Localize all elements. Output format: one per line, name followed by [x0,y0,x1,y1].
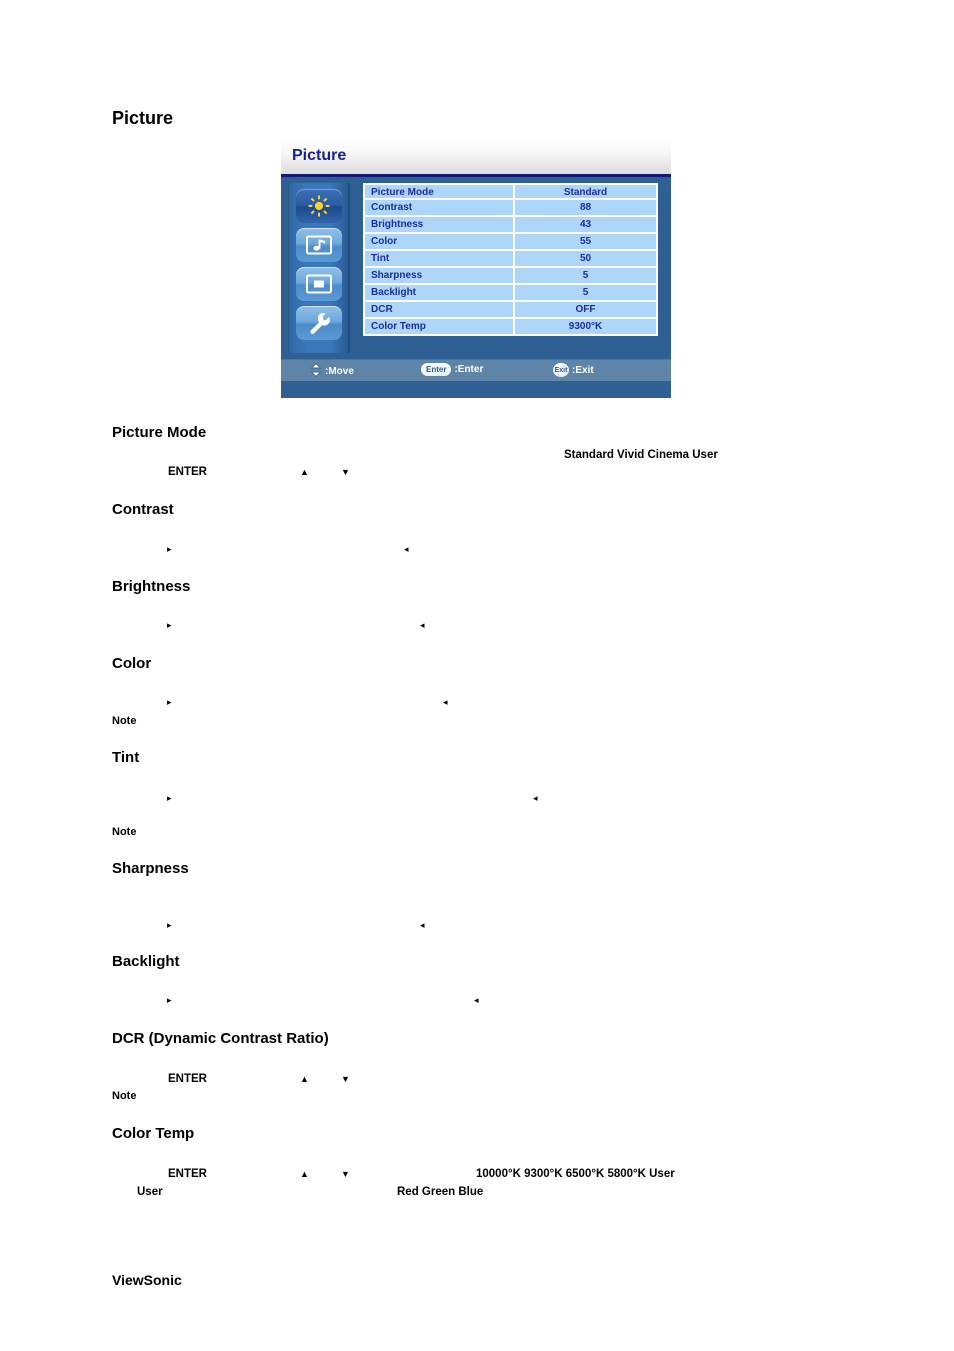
section-heading-tint: Tint [112,749,140,766]
osd-header: Picture [281,139,671,177]
enter-key-badge: Enter [421,363,452,376]
osd-menu-icon-audio[interactable] [295,228,342,262]
osd-title: Picture [292,147,347,164]
color-temp-user-label: User [137,1186,163,1198]
note-label-tint: Note [112,826,137,838]
page-title: Picture [112,108,174,128]
hint-move: :Move [310,362,354,380]
section-heading-contrast: Contrast [112,501,174,518]
left-arrow-icon: ◂ [533,793,538,803]
right-arrow-icon: ▸ [167,920,172,930]
osd-body: Picture Mode Standard Contrast 88 Bright… [281,177,671,359]
row-value: OFF [515,302,658,317]
dcr-enter-key: ENTER [168,1073,207,1085]
left-arrow-icon: ◂ [404,544,409,554]
hint-exit-label: :Exit [572,364,594,376]
table-row[interactable]: Picture Mode Standard [363,183,658,200]
row-label: Color Temp [363,319,515,334]
section-heading-dcr: DCR (Dynamic Contrast Ratio) [112,1030,329,1047]
row-value: 55 [515,234,658,249]
row-value: 9300°K [515,319,658,334]
hint-enter-label: :Enter [454,364,484,375]
color-temp-enter-key: ENTER [168,1168,207,1180]
row-value: 5 [515,268,658,283]
table-row[interactable]: Backlight 5 [363,285,658,302]
row-label: Color [363,234,515,249]
row-label: Tint [363,251,515,266]
row-label: Picture Mode [363,185,515,198]
row-value: 50 [515,251,658,266]
hint-move-label: :Move [325,366,354,377]
wrench-icon [305,311,333,335]
row-value: 43 [515,217,658,232]
osd-icon-rail [288,183,350,353]
table-row[interactable]: Color 55 [363,234,658,251]
osd-panel: Picture Picture Mode Standard Contrast 8… [281,139,671,398]
down-arrow-icon: ▼ [341,1074,350,1084]
color-temp-options: 10000°K 9300°K 6500°K 5800°K User [476,1168,675,1180]
left-arrow-icon: ◂ [420,920,425,930]
sun-icon [306,194,332,218]
table-row[interactable]: Brightness 43 [363,217,658,234]
section-heading-backlight: Backlight [112,953,180,970]
note-label-dcr: Note [112,1090,137,1102]
left-arrow-icon: ◂ [420,620,425,630]
up-arrow-icon: ▲ [300,1169,309,1179]
picture-mode-enter-key: ENTER [168,466,207,478]
row-value: Standard [515,185,658,198]
table-row[interactable]: DCR OFF [363,302,658,319]
exit-key-badge: Exit [553,363,569,377]
left-arrow-icon: ◂ [443,697,448,707]
osd-menu-icon-screen[interactable] [295,267,342,301]
row-label: DCR [363,302,515,317]
right-arrow-icon: ▸ [167,793,172,803]
table-row[interactable]: Color Temp 9300°K [363,319,658,336]
row-value: 88 [515,200,658,215]
table-row[interactable]: Tint 50 [363,251,658,268]
right-arrow-icon: ▸ [167,544,172,554]
osd-footer-hints: :Move Enter :Enter Exit :Exit [281,359,671,381]
up-arrow-icon: ▲ [300,467,309,477]
hint-exit: Exit :Exit [553,363,594,377]
right-arrow-icon: ▸ [167,620,172,630]
row-label: Backlight [363,285,515,300]
down-arrow-icon: ▼ [341,467,350,477]
osd-menu-icon-setup[interactable] [295,306,342,340]
picture-mode-options: Standard Vivid Cinema User [564,449,718,461]
row-label: Contrast [363,200,515,215]
row-value: 5 [515,285,658,300]
table-row[interactable]: Sharpness 5 [363,268,658,285]
section-heading-sharpness: Sharpness [112,860,189,877]
music-note-icon [304,234,334,256]
section-heading-color: Color [112,655,152,672]
screen-icon [304,273,334,295]
right-arrow-icon: ▸ [167,995,172,1005]
osd-settings-table: Picture Mode Standard Contrast 88 Bright… [363,183,658,336]
footer-brand: ViewSonic [112,1272,182,1288]
osd-menu-icon-picture[interactable] [295,189,342,223]
section-heading-picture-mode: Picture Mode [112,424,207,441]
color-temp-channels: Red Green Blue [397,1186,484,1198]
section-heading-color-temp: Color Temp [112,1125,195,1142]
note-label-color: Note [112,715,137,727]
left-arrow-icon: ◂ [474,995,479,1005]
row-label: Brightness [363,217,515,232]
up-arrow-icon: ▲ [300,1074,309,1084]
section-heading-brightness: Brightness [112,578,191,595]
down-arrow-icon: ▼ [341,1169,350,1179]
up-down-arrow-icon [310,362,322,380]
row-label: Sharpness [363,268,515,283]
table-row[interactable]: Contrast 88 [363,200,658,217]
right-arrow-icon: ▸ [167,697,172,707]
hint-enter: Enter :Enter [421,363,483,376]
